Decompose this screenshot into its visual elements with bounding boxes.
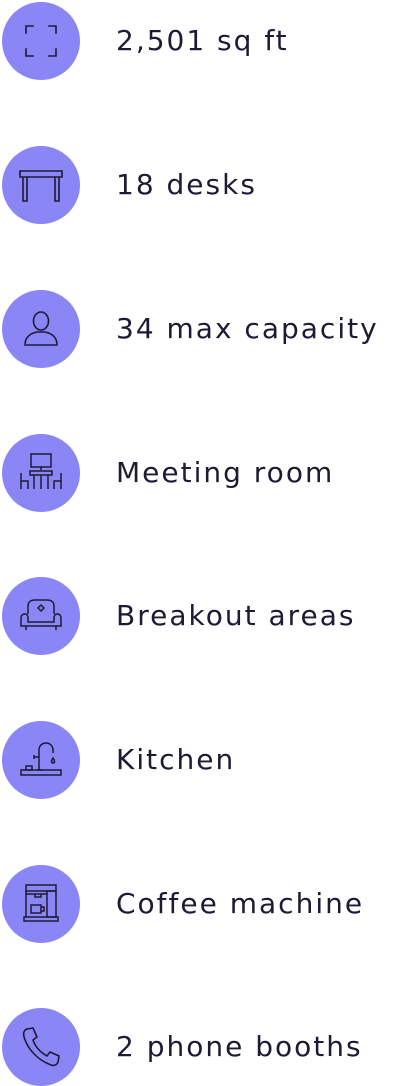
phone-icon — [2, 1008, 80, 1086]
feature-label: Breakout areas — [116, 599, 356, 632]
area-corners-icon — [2, 2, 80, 80]
feature-label: Kitchen — [116, 743, 236, 776]
amenities-list: 2,501 sq ft 18 desks 34 max capacity Mee… — [0, 0, 408, 1086]
feature-kitchen: Kitchen — [2, 721, 408, 799]
meeting-table-icon — [2, 434, 80, 512]
armchair-icon — [2, 577, 80, 655]
feature-meeting-room: Meeting room — [2, 434, 408, 512]
faucet-icon — [2, 721, 80, 799]
feature-capacity: 34 max capacity — [2, 290, 408, 368]
feature-label: 18 desks — [116, 168, 257, 201]
feature-label: 2 phone booths — [116, 1030, 363, 1063]
feature-phone-booths: 2 phone booths — [2, 1008, 408, 1086]
feature-coffee-machine: Coffee machine — [2, 865, 408, 943]
feature-label: Meeting room — [116, 456, 335, 489]
person-icon — [2, 290, 80, 368]
feature-area: 2,501 sq ft — [2, 2, 408, 80]
coffee-machine-icon — [2, 865, 80, 943]
feature-label: Coffee machine — [116, 887, 365, 920]
feature-desks: 18 desks — [2, 146, 408, 224]
feature-label: 2,501 sq ft — [116, 24, 289, 57]
feature-breakout-areas: Breakout areas — [2, 577, 408, 655]
desk-icon — [2, 146, 80, 224]
feature-label: 34 max capacity — [116, 312, 379, 345]
